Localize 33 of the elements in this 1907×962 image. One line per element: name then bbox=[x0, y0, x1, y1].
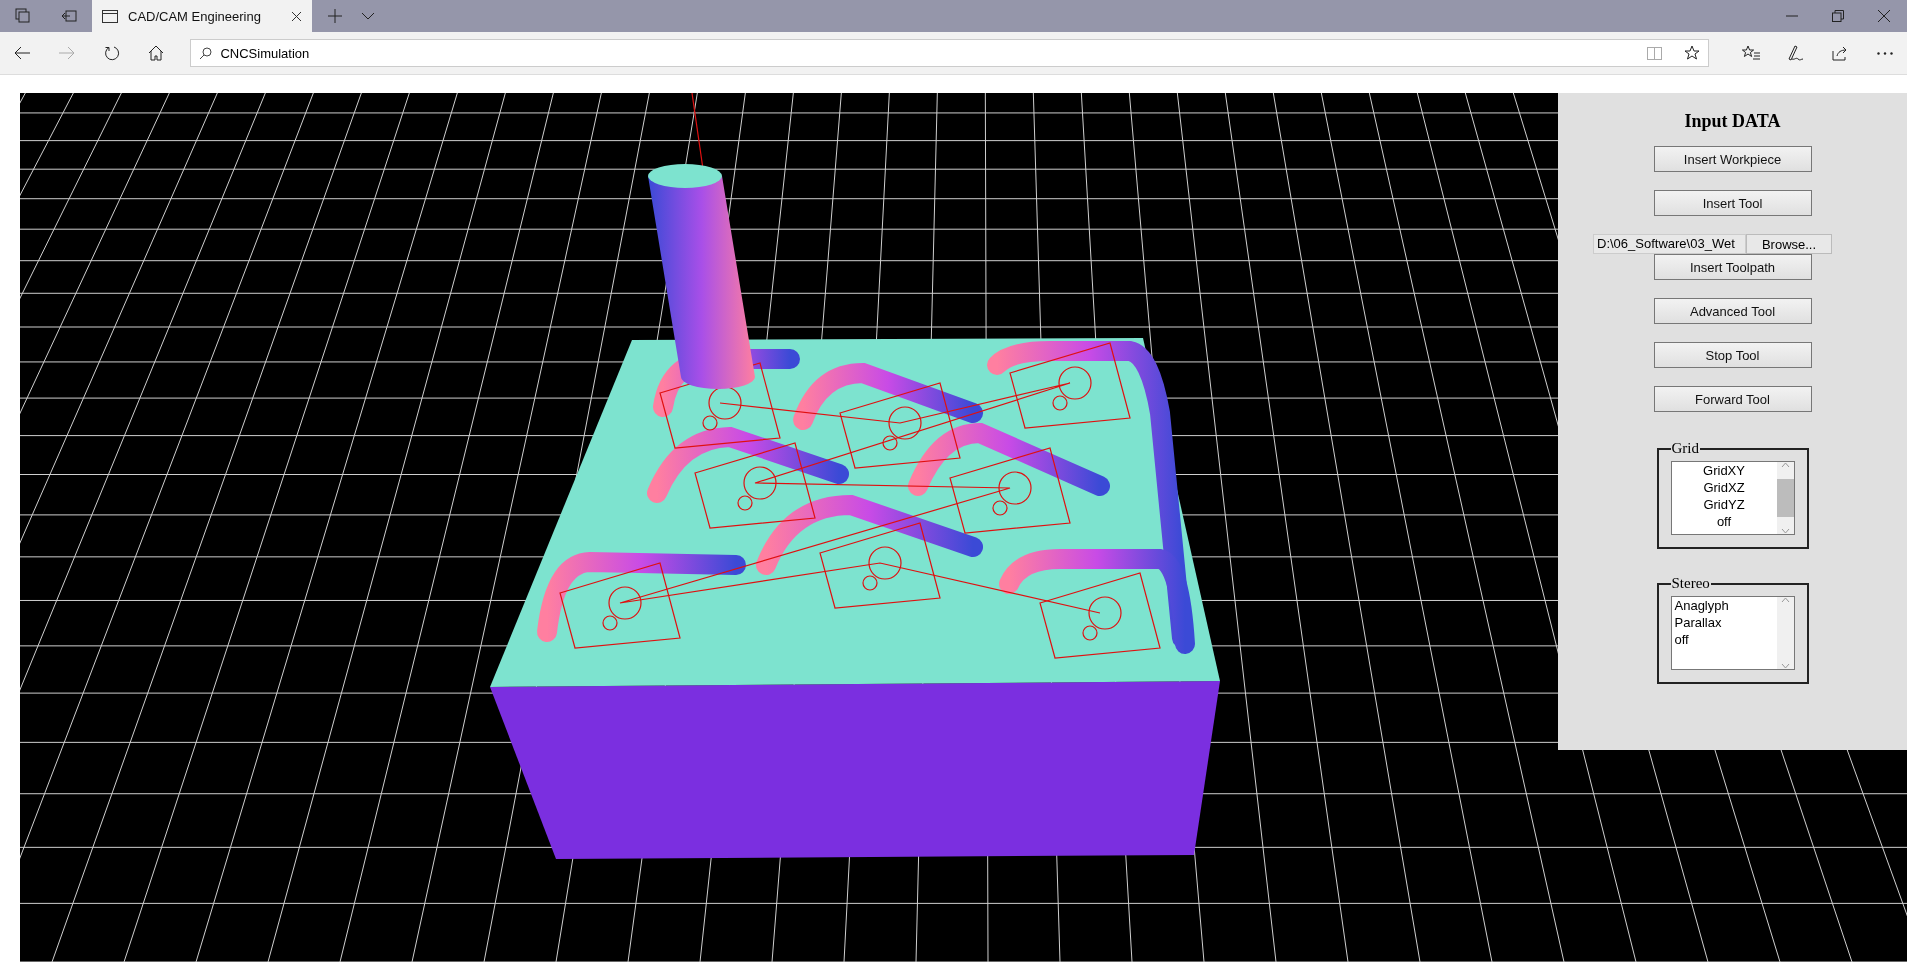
group-legend: Stereo bbox=[1670, 575, 1711, 592]
panel-button[interactable]: Forward Tool bbox=[1653, 386, 1812, 412]
panel-button[interactable]: Insert Workpiece bbox=[1653, 146, 1812, 172]
list-option[interactable]: GridXZ bbox=[1671, 479, 1777, 496]
list-option[interactable]: Parallax bbox=[1671, 614, 1777, 631]
panel-button[interactable]: Insert Toolpath bbox=[1653, 254, 1812, 280]
group-legend: Grid bbox=[1670, 440, 1700, 457]
list-option[interactable]: off bbox=[1671, 513, 1777, 530]
address-bar[interactable]: CNCSimulation bbox=[190, 39, 1709, 67]
scrollbar-thumb[interactable] bbox=[1776, 479, 1794, 517]
panel-button[interactable]: Insert Tool bbox=[1653, 190, 1812, 216]
file-path-field[interactable]: D:\06_Software\03_Wet bbox=[1593, 234, 1746, 254]
list-option[interactable]: GridXY bbox=[1671, 462, 1777, 479]
scroll-down-icon[interactable] bbox=[1780, 663, 1790, 669]
browser-tab[interactable]: CAD/CAM Engineering bbox=[92, 0, 312, 32]
search-icon bbox=[199, 46, 213, 60]
browse-button[interactable]: Browse... bbox=[1746, 234, 1832, 254]
scroll-up-icon[interactable] bbox=[1780, 462, 1790, 468]
list-option[interactable]: GridYZ bbox=[1671, 496, 1777, 513]
panel-title: Input DATA bbox=[1684, 111, 1781, 132]
page-icon bbox=[102, 9, 118, 23]
scroll-up-icon[interactable] bbox=[1780, 597, 1790, 603]
address-text: CNCSimulation bbox=[220, 45, 311, 61]
list-box[interactable]: GridXY GridXZ GridYZ off bbox=[1670, 461, 1795, 535]
list-option[interactable]: off bbox=[1671, 631, 1777, 648]
panel-button[interactable]: Stop Tool bbox=[1653, 342, 1812, 368]
list-option[interactable]: Anaglyph bbox=[1671, 597, 1777, 614]
list-box[interactable]: Anaglyph Parallax off bbox=[1670, 596, 1795, 670]
star-icon[interactable] bbox=[1683, 45, 1700, 61]
book-icon[interactable] bbox=[1646, 46, 1662, 60]
close-icon[interactable] bbox=[291, 10, 302, 22]
scroll-down-icon[interactable] bbox=[1780, 528, 1790, 534]
panel-button[interactable]: Advanced Tool bbox=[1653, 298, 1812, 324]
